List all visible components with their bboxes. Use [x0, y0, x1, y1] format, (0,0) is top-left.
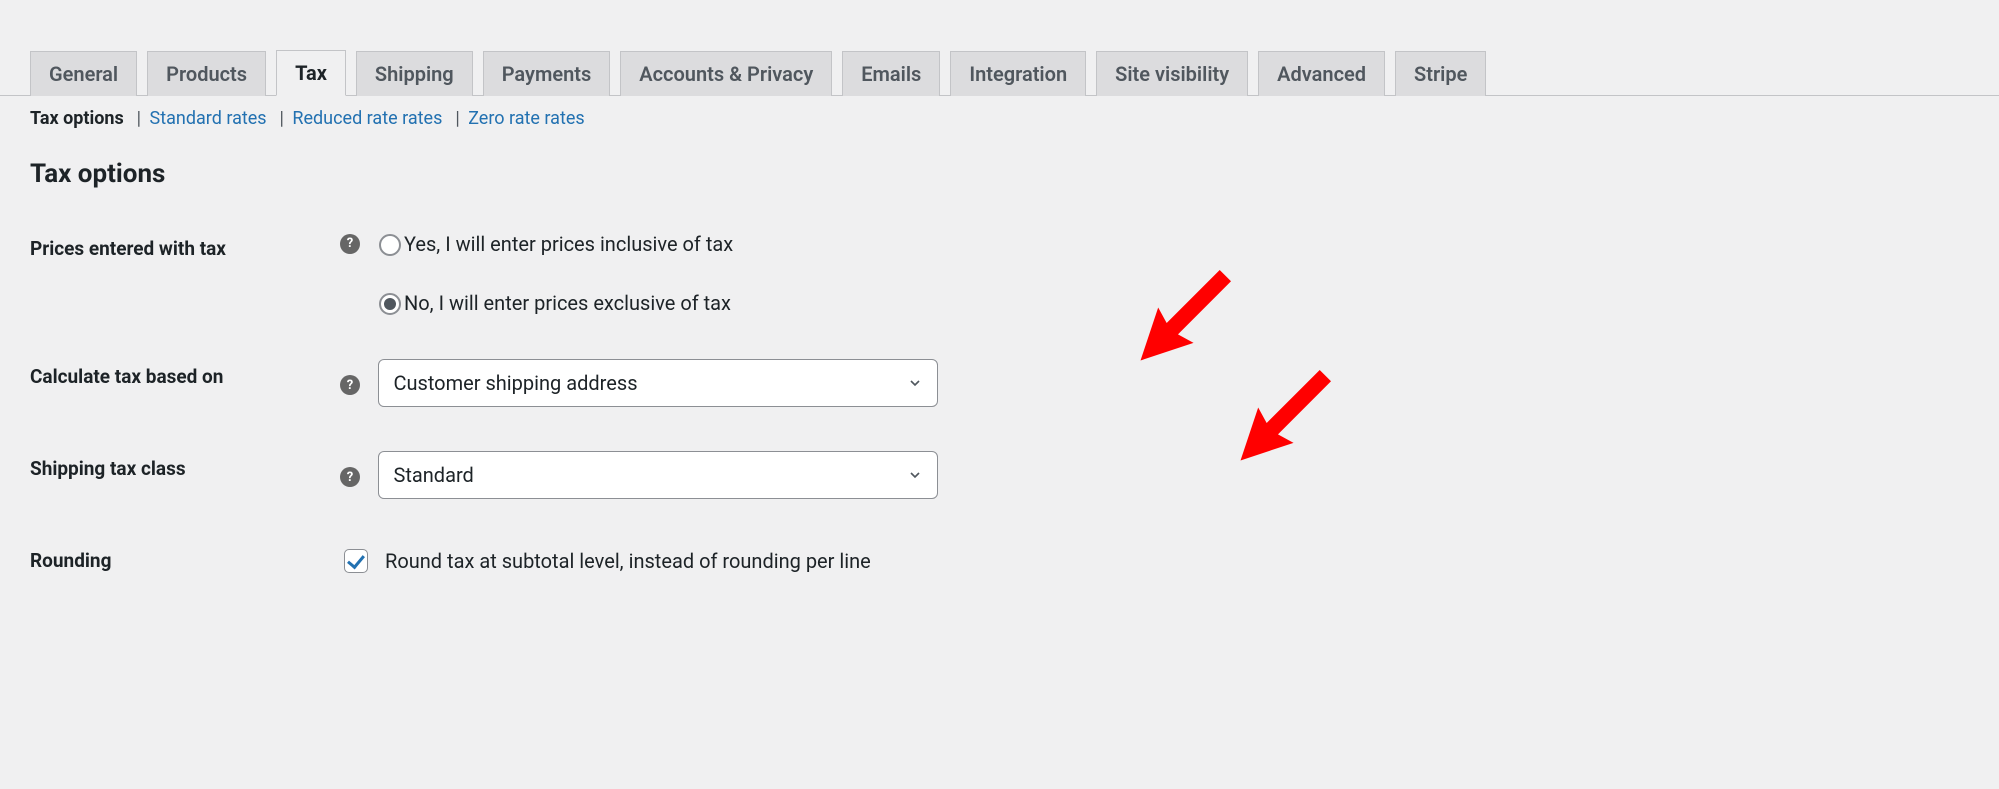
- chevron-down-icon: [907, 467, 923, 483]
- help-icon[interactable]: ?: [340, 375, 360, 395]
- tab-general[interactable]: General: [30, 51, 137, 96]
- help-icon[interactable]: ?: [340, 467, 360, 487]
- tab-integration[interactable]: Integration: [950, 51, 1086, 96]
- checkbox-rounding[interactable]: [344, 549, 368, 573]
- subsection-reduced-rate-rates[interactable]: Reduced rate rates: [292, 108, 442, 129]
- tab-payments[interactable]: Payments: [483, 51, 611, 96]
- chevron-down-icon: [907, 375, 923, 391]
- tab-shipping[interactable]: Shipping: [356, 51, 473, 96]
- select-value: Customer shipping address: [393, 371, 637, 395]
- tab-site-visibility[interactable]: Site visibility: [1096, 51, 1248, 96]
- radio-label-exclusive: No, I will enter prices exclusive of tax: [404, 291, 731, 315]
- tab-products[interactable]: Products: [147, 51, 266, 96]
- label-calculate-tax: Calculate tax based on: [30, 337, 330, 429]
- subsection-standard-rates[interactable]: Standard rates: [150, 108, 267, 129]
- label-rounding: Rounding: [30, 521, 330, 600]
- radio-prices-inclusive[interactable]: [379, 234, 401, 256]
- select-calculate-tax[interactable]: Customer shipping address: [378, 359, 938, 407]
- tab-tax[interactable]: Tax: [276, 50, 346, 96]
- subsection-current: Tax options: [30, 108, 124, 129]
- tab-accounts-privacy[interactable]: Accounts & Privacy: [620, 51, 832, 96]
- settings-tabs: General Products Tax Shipping Payments A…: [0, 50, 1999, 96]
- label-prices-entered: Prices entered with tax: [30, 209, 330, 337]
- select-shipping-tax-class[interactable]: Standard: [378, 451, 938, 499]
- checkbox-label-rounding: Round tax at subtotal level, instead of …: [385, 549, 871, 573]
- tab-emails[interactable]: Emails: [842, 51, 940, 96]
- tab-advanced[interactable]: Advanced: [1258, 51, 1385, 96]
- tab-stripe[interactable]: Stripe: [1395, 51, 1486, 96]
- help-icon[interactable]: ?: [340, 234, 360, 254]
- select-value: Standard: [393, 463, 473, 487]
- section-heading: Tax options: [30, 159, 1999, 189]
- subsection-zero-rate-rates[interactable]: Zero rate rates: [468, 108, 585, 129]
- radio-prices-exclusive[interactable]: [379, 293, 401, 315]
- radio-label-inclusive: Yes, I will enter prices inclusive of ta…: [404, 232, 733, 256]
- tax-subsections: Tax options | Standard rates | Reduced r…: [0, 96, 1999, 129]
- label-shipping-tax-class: Shipping tax class: [30, 429, 330, 521]
